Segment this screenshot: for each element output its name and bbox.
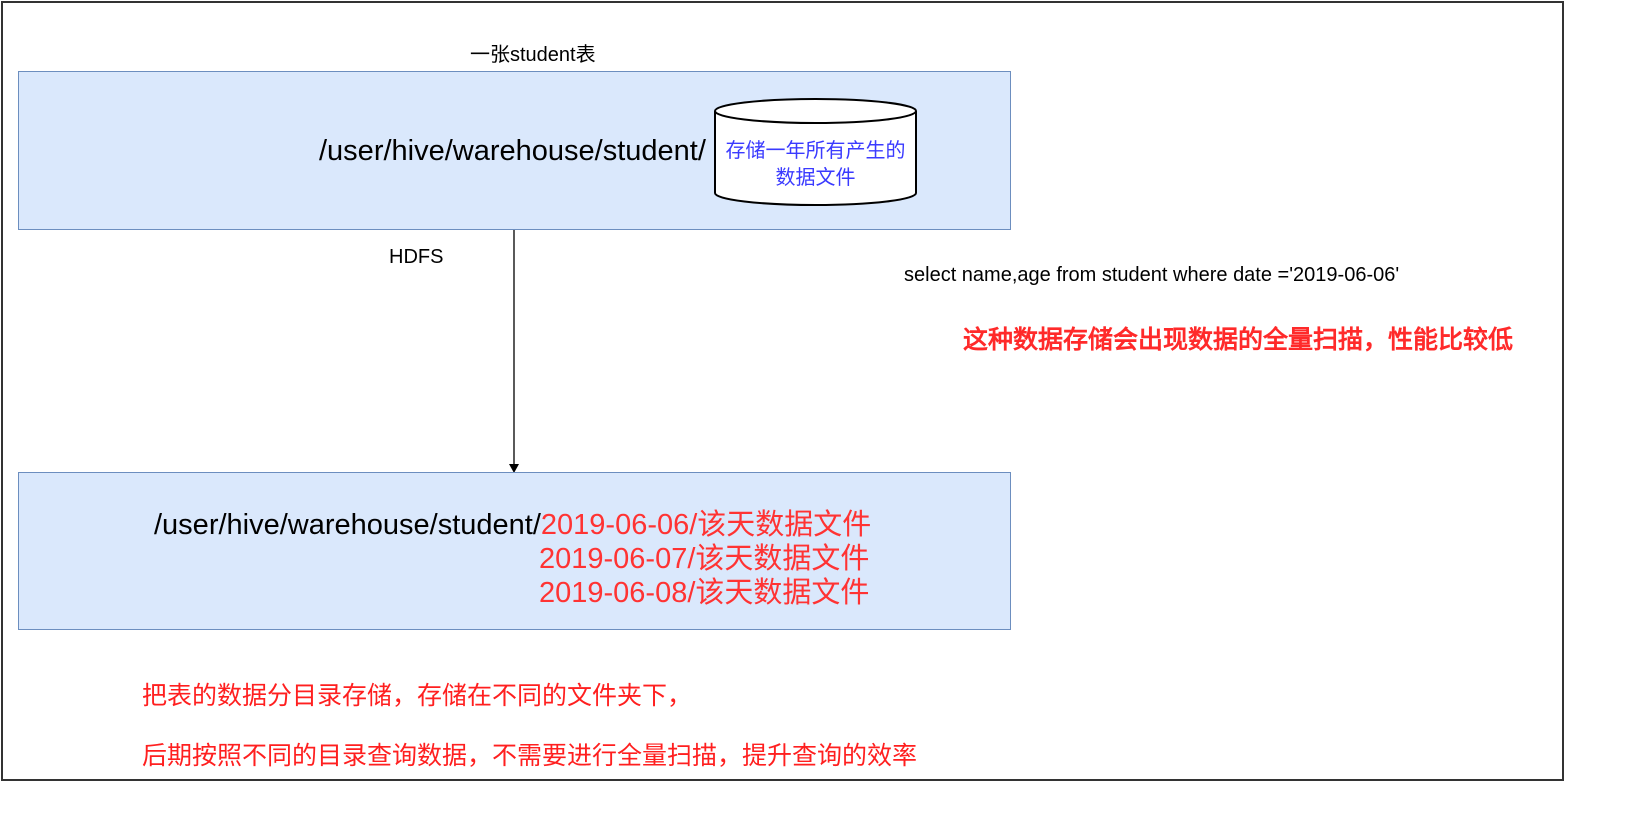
connector-arrow [509,230,519,473]
top-directory-path: /user/hive/warehouse/student/ [319,135,706,167]
partition-path-prefix: /user/hive/warehouse/student/ [154,509,541,541]
partition-path-2: 2019-06-08/该天数据文件 [539,577,870,609]
storage-description: 存储一年所有产生的 数据文件 [713,138,918,192]
table-title: 一张student表 [470,44,596,66]
hdfs-label: HDFS [389,246,444,268]
storage-description-line1: 存储一年所有产生的 [725,140,906,162]
partition-note-2: 后期按照不同的目录查询数据，不需要进行全量扫描，提升查询的效率 [142,742,918,770]
sql-query: select name,age from student where date … [904,264,1400,286]
full-scan-warning: 这种数据存储会出现数据的全量扫描，性能比较低 [963,326,1514,354]
storage-description-line2: 数据文件 [775,167,856,189]
partition-note-1: 把表的数据分目录存储，存储在不同的文件夹下， [142,682,693,710]
